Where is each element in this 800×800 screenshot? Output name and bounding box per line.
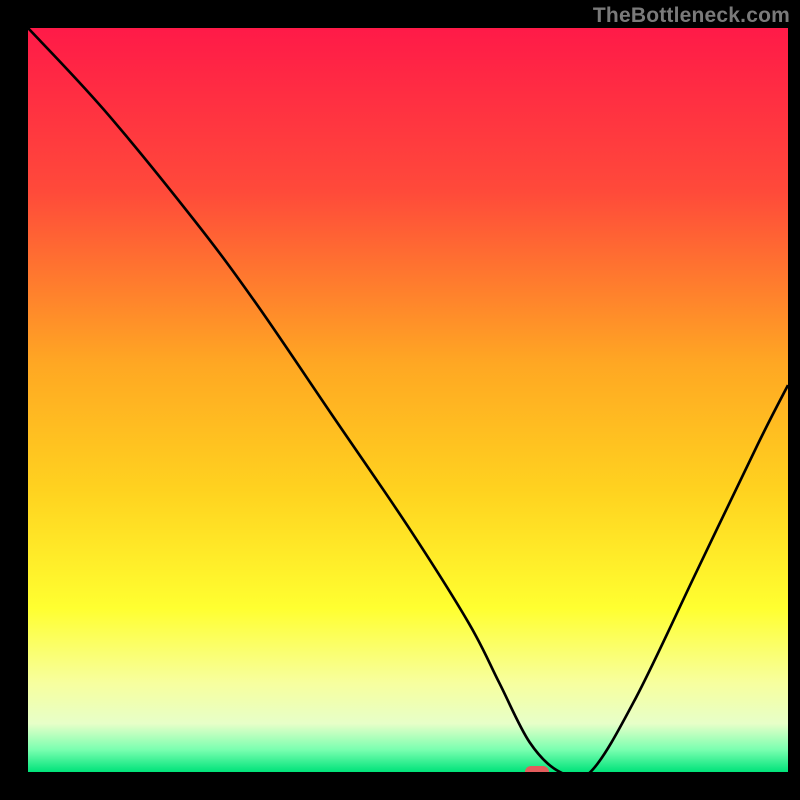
plot-area [28, 28, 788, 772]
watermark-label: TheBottleneck.com [593, 4, 790, 28]
optimal-point-marker [525, 766, 549, 772]
chart-container: TheBottleneck.com [0, 0, 800, 800]
bottleneck-curve [28, 28, 788, 772]
